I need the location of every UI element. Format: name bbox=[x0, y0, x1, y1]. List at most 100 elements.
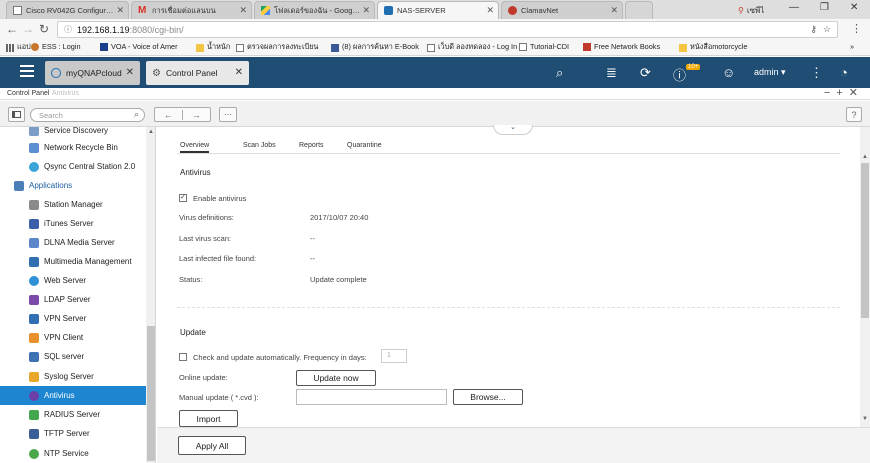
collapse-toggle[interactable]: ⌄ bbox=[493, 124, 533, 135]
back-arrow-icon[interactable]: ← bbox=[6, 22, 18, 36]
forward-button[interactable]: → bbox=[183, 110, 210, 120]
sidebar-toggle-button[interactable] bbox=[8, 107, 25, 122]
user-icon[interactable]: ☺ bbox=[722, 65, 735, 80]
sidebar-category-applications[interactable]: Applications bbox=[0, 176, 146, 195]
browser-tab-clamav[interactable]: ClamavNet ✕ bbox=[501, 1, 623, 19]
manual-update-file-field[interactable] bbox=[296, 389, 447, 405]
tab-quarantine[interactable]: Quarantine bbox=[347, 142, 382, 149]
scroll-down-icon[interactable]: ▼ bbox=[862, 416, 868, 422]
tab-reports[interactable]: Reports bbox=[299, 142, 324, 149]
forward-arrow-icon[interactable]: → bbox=[22, 22, 34, 36]
address-bar[interactable]: ⓘ 192.168.1.19 :8080/cgi-bin/ ⚷ ☆ bbox=[57, 21, 838, 38]
update-now-button[interactable]: Update now bbox=[296, 370, 376, 386]
tab-scan-jobs[interactable]: Scan Jobs bbox=[243, 142, 276, 149]
browser-tab-cisco[interactable]: Cisco RV042G Configuratio ✕ bbox=[6, 1, 129, 19]
sidebar-item-sql-server[interactable]: SQL server bbox=[0, 347, 146, 366]
main-scrollbar[interactable]: ▲ ▼ bbox=[860, 127, 870, 427]
search-icon[interactable]: ⌕ bbox=[556, 65, 563, 81]
sync-icon[interactable]: ⟳ bbox=[640, 65, 651, 81]
key-icon[interactable]: ⚷ bbox=[810, 24, 817, 35]
section-divider bbox=[177, 307, 840, 308]
sidebar-item-ntp-service[interactable]: NTP Service bbox=[0, 444, 146, 463]
profile-button[interactable]: ⚲ เซพีไ bbox=[738, 4, 764, 17]
auto-update-checkbox[interactable] bbox=[179, 353, 187, 361]
sidebar-item-syslog-server[interactable]: Syslog Server bbox=[0, 367, 146, 386]
sidebar-item-label: SQL server bbox=[44, 352, 85, 361]
sidebar-item-tftp-server[interactable]: TFTP Server bbox=[0, 424, 146, 443]
bookmark-page[interactable]: ตรวจผลการลงทะเบียน bbox=[236, 42, 318, 53]
help-button[interactable]: ? bbox=[846, 107, 862, 122]
sidebar-item-radius-server[interactable]: RADIUS Server bbox=[0, 405, 146, 424]
browse-button[interactable]: Browse... bbox=[453, 389, 523, 405]
close-icon[interactable]: ✕ bbox=[126, 67, 134, 78]
bookmark-page[interactable]: เว็บดี ลองทดลอง - Log In bbox=[427, 42, 517, 53]
sidebar-item-qsync[interactable]: Qsync Central Station 2.0 bbox=[0, 157, 146, 176]
user-menu[interactable]: admin ▾ bbox=[754, 67, 786, 78]
browser-tab-gmail[interactable]: M การเชื่อมต่อแลนบน ✕ bbox=[131, 1, 252, 19]
tab-overview[interactable]: Overview bbox=[180, 142, 210, 153]
star-icon[interactable]: ☆ bbox=[823, 24, 831, 35]
all-apps-button[interactable]: ⋯ bbox=[219, 107, 237, 122]
bookmark-ess[interactable]: ESS : Login bbox=[31, 42, 81, 51]
sidebar-item-vpn-client[interactable]: VPN Client bbox=[0, 328, 146, 347]
restore-icon[interactable]: ❐ bbox=[820, 2, 829, 13]
scrollbar-thumb[interactable] bbox=[147, 326, 155, 461]
sidebar-item-antivirus[interactable]: Antivirus bbox=[0, 386, 146, 405]
enable-antivirus-checkbox[interactable]: ✓ bbox=[179, 194, 187, 202]
pdf-icon bbox=[583, 42, 591, 51]
search-icon[interactable]: ⌕ bbox=[134, 109, 139, 120]
bookmark-pdf[interactable]: Free Network Books bbox=[583, 42, 660, 51]
bookmark-label: Tutorial-CDI bbox=[530, 42, 570, 51]
profile-name: เซพีไ bbox=[746, 6, 765, 15]
scroll-up-icon[interactable]: ▲ bbox=[148, 129, 154, 135]
sidebar-item-multimedia-management[interactable]: Multimedia Management bbox=[0, 252, 146, 271]
close-window-icon[interactable]: ✕ bbox=[850, 2, 858, 13]
menu-icon[interactable]: ⋮ bbox=[851, 22, 862, 35]
background-tasks-icon[interactable]: ≣ bbox=[606, 65, 617, 81]
scroll-up-icon[interactable]: ▲ bbox=[862, 154, 868, 160]
new-tab-button[interactable] bbox=[625, 1, 653, 19]
search-input[interactable]: Search ⌕ bbox=[30, 108, 145, 122]
close-icon[interactable]: ✕ bbox=[849, 87, 864, 99]
bookmark-folder[interactable]: หนังสือmotorcycle bbox=[679, 42, 747, 53]
sidebar-item-station-manager[interactable]: Station Manager bbox=[0, 195, 146, 214]
bookmark-page[interactable]: Tutorial-CDI bbox=[519, 42, 569, 51]
sidebar-item-network-recycle-bin[interactable]: Network Recycle Bin bbox=[0, 138, 146, 157]
info-icon[interactable]: ⓘ bbox=[64, 24, 72, 35]
apply-all-button[interactable]: Apply All bbox=[178, 436, 246, 455]
notification-icon[interactable]: ⓘ bbox=[673, 65, 686, 84]
browser-tab-drive[interactable]: โฟลเดอร์ของฉัน - Google ไดรฟ์ ✕ bbox=[254, 1, 375, 19]
close-icon[interactable]: ✕ bbox=[486, 5, 494, 16]
bookmark-apps[interactable]: แอป bbox=[6, 42, 31, 53]
minimize-icon[interactable]: — bbox=[789, 2, 799, 13]
sidebar-item-vpn-server[interactable]: VPN Server bbox=[0, 309, 146, 328]
sidebar-item-ldap-server[interactable]: LDAP Server bbox=[0, 290, 146, 309]
window-controls[interactable]: −+✕ bbox=[824, 86, 864, 99]
sidebar-item-dlna-media-server[interactable]: DLNA Media Server bbox=[0, 233, 146, 252]
sidebar-item-web-server[interactable]: Web Server bbox=[0, 271, 146, 290]
close-icon[interactable]: ✕ bbox=[116, 5, 124, 16]
bookmark-facebook[interactable]: (8) ผลการค้นหา E-Book bbox=[331, 42, 419, 53]
more-icon[interactable]: ⋮ bbox=[810, 65, 823, 81]
bookmark-voa[interactable]: VOA - Voice of Amer bbox=[100, 42, 178, 51]
more-bookmarks-icon[interactable]: » bbox=[850, 42, 854, 51]
sidebar-scrollbar[interactable]: ▲ bbox=[146, 127, 155, 463]
import-button[interactable]: Import bbox=[179, 410, 238, 427]
qnap-tab-myqnapcloud[interactable]: myQNAPcloud ✕ bbox=[45, 61, 140, 85]
back-button[interactable]: ← bbox=[155, 109, 183, 120]
frequency-days-input[interactable]: 1 bbox=[381, 349, 407, 363]
close-icon[interactable]: ✕ bbox=[610, 5, 618, 16]
dashboard-icon[interactable]: ◔ bbox=[840, 65, 848, 80]
scrollbar-thumb[interactable] bbox=[861, 163, 869, 318]
status-value: Update complete bbox=[310, 275, 367, 284]
bookmark-folder[interactable]: น้ำหนัก bbox=[196, 42, 230, 53]
browser-tab-nas-server[interactable]: NAS-SERVER ✕ bbox=[377, 1, 499, 19]
sidebar-item-itunes-server[interactable]: iTunes Server bbox=[0, 214, 146, 233]
maximize-icon[interactable]: + bbox=[836, 87, 848, 99]
close-icon[interactable]: ✕ bbox=[235, 67, 243, 78]
close-icon[interactable]: ✕ bbox=[362, 5, 370, 16]
reload-icon[interactable]: ↻ bbox=[39, 22, 49, 36]
qnap-tab-control-panel[interactable]: ⚙ Control Panel ✕ bbox=[146, 61, 249, 85]
hamburger-menu-icon[interactable] bbox=[20, 65, 34, 77]
close-icon[interactable]: ✕ bbox=[239, 5, 247, 16]
